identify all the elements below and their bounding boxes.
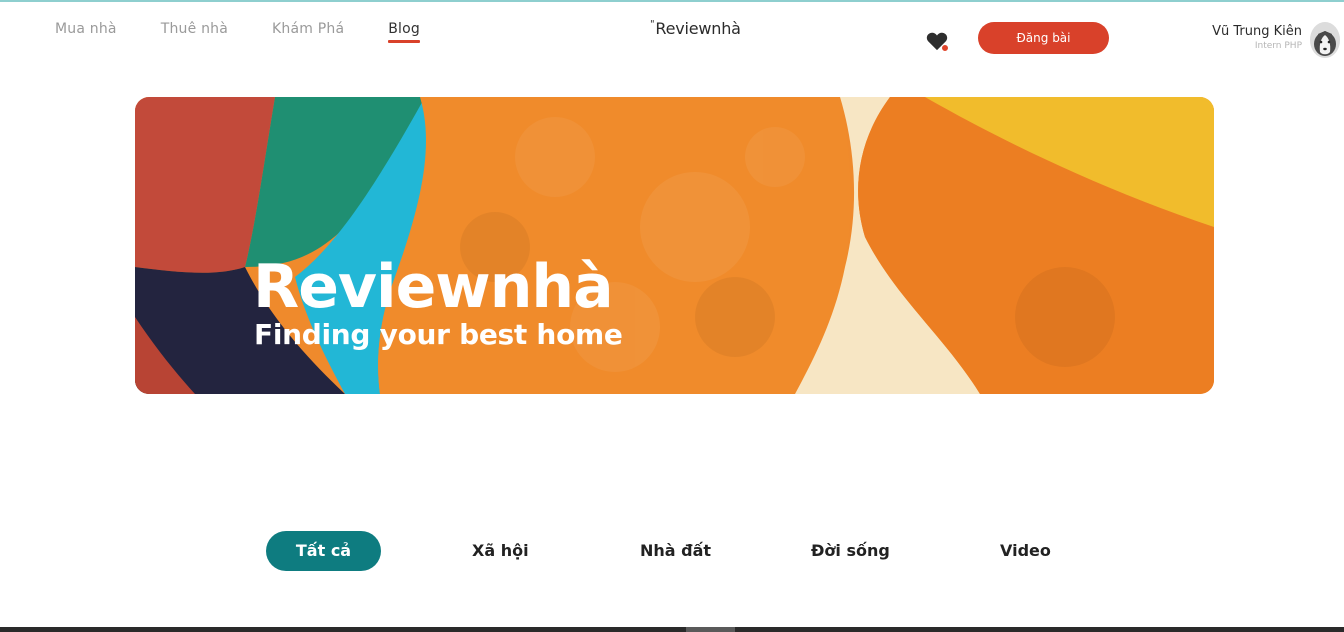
post-button[interactable]: Đăng bài: [978, 22, 1109, 54]
tab-doi-song[interactable]: Đời sống: [811, 531, 890, 571]
category-tabs: Tất cả Xã hội Nhà đất Đời sống Video: [266, 531, 1066, 571]
horizontal-scrollbar[interactable]: [0, 627, 1344, 632]
nav-blog[interactable]: Blog: [388, 21, 420, 43]
hero-banner: Reviewnhà Finding your best home: [135, 97, 1214, 394]
husky-avatar-icon: [1310, 22, 1340, 58]
nav-kham-pha[interactable]: Khám Phá: [272, 21, 344, 41]
main-nav: Mua nhà Thuê nhà Khám Phá Blog: [55, 21, 464, 43]
site-logo[interactable]: "Reviewnhà: [650, 19, 741, 38]
user-role: Intern PHP: [1254, 41, 1302, 51]
tab-nha-dat[interactable]: Nhà đất: [640, 531, 711, 571]
hero-subtitle: Finding your best home: [254, 318, 623, 351]
nav-thue-nha[interactable]: Thuê nhà: [161, 21, 228, 41]
user-name: Vũ Trung Kiên: [1212, 24, 1302, 39]
tab-tat-ca[interactable]: Tất cả: [266, 531, 381, 571]
notification-dot: [941, 44, 949, 52]
user-info[interactable]: Vũ Trung Kiên Intern PHP: [1190, 24, 1302, 51]
nav-mua-nha[interactable]: Mua nhà: [55, 21, 117, 41]
top-accent-line: [0, 0, 1344, 2]
tab-xa-hoi[interactable]: Xã hội: [472, 531, 529, 571]
logo-mark: ": [650, 19, 655, 30]
hero-title: Reviewnhà: [253, 252, 614, 322]
tab-video[interactable]: Video: [1000, 531, 1051, 571]
avatar[interactable]: [1310, 22, 1340, 58]
favorites-heart-icon[interactable]: [926, 31, 950, 53]
logo-text: Reviewnhà: [655, 19, 741, 38]
scrollbar-thumb[interactable]: [686, 627, 735, 632]
